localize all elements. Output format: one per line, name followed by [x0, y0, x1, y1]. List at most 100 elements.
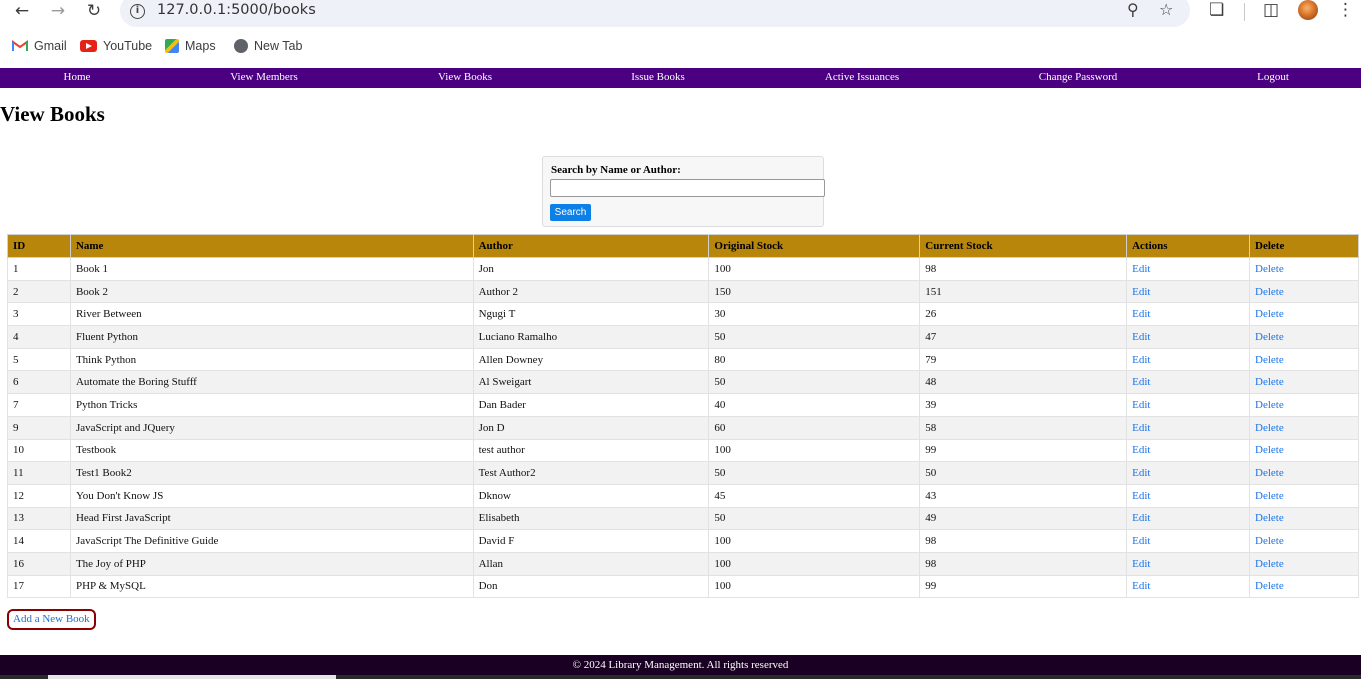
back-arrow-icon[interactable]: ← [8, 0, 36, 22]
search-button[interactable]: Search [550, 204, 591, 221]
table-cell: 14 [7, 529, 71, 553]
column-header-delete[interactable]: Delete [1249, 234, 1359, 258]
address-bar[interactable]: i 127.0.0.1:5000/books ⚲ ☆ [120, 0, 1190, 27]
cell-author: Ngugi T [478, 308, 516, 321]
delete-link[interactable]: Delete [1255, 558, 1284, 570]
more-menu-icon[interactable]: ⋮ [1337, 0, 1354, 20]
nav-view-members[interactable]: View Members [230, 71, 297, 83]
table-cell: 12 [7, 483, 71, 508]
table-cell: Delete [1249, 574, 1359, 599]
delete-link[interactable]: Delete [1255, 535, 1284, 547]
bookmark-new-tab[interactable]: New Tab [234, 39, 302, 53]
table-row: 17 PHP & MySQL Don 100 99 Edit Delete [7, 574, 1359, 599]
zoom-icon[interactable]: ⚲ [1127, 0, 1139, 19]
delete-link[interactable]: Delete [1255, 286, 1284, 298]
edit-link[interactable]: Edit [1132, 490, 1150, 502]
cell-current-stock: 99 [925, 580, 937, 593]
column-header-author[interactable]: Author [472, 234, 710, 258]
cell-id: 3 [13, 308, 19, 321]
table-cell: 50 [919, 461, 1128, 485]
nav-view-books[interactable]: View Books [438, 71, 492, 83]
nav-home[interactable]: Home [64, 71, 91, 83]
edit-link[interactable]: Edit [1132, 444, 1150, 456]
column-header-actions[interactable]: Actions [1126, 234, 1251, 258]
cell-name: Head First JavaScript [75, 512, 171, 525]
edit-link[interactable]: Edit [1132, 580, 1150, 592]
edit-link[interactable]: Edit [1132, 286, 1150, 298]
table-cell: Jon D [472, 415, 710, 440]
edit-link[interactable]: Edit [1132, 512, 1150, 524]
cell-author: Luciano Ramalho [478, 330, 558, 343]
edit-link[interactable]: Edit [1132, 399, 1150, 411]
table-cell: 50 [708, 325, 921, 349]
edit-link[interactable]: Edit [1132, 467, 1150, 479]
column-header-id[interactable]: ID [7, 234, 71, 258]
edit-link[interactable]: Edit [1132, 263, 1150, 275]
edit-link[interactable]: Edit [1132, 354, 1150, 366]
table-cell: 30 [708, 302, 921, 327]
delete-link[interactable]: Delete [1255, 467, 1284, 479]
cell-original-stock: 50 [714, 330, 726, 343]
table-cell: 49 [919, 506, 1128, 531]
column-header-original-stock[interactable]: Original Stock [708, 234, 921, 258]
cell-id: 4 [13, 330, 19, 343]
edit-link[interactable]: Edit [1132, 558, 1150, 570]
table-cell: Edit [1126, 370, 1251, 395]
nav-logout[interactable]: Logout [1257, 71, 1289, 83]
forward-arrow-icon[interactable]: → [44, 0, 72, 22]
globe-icon [234, 39, 248, 53]
table-row: 2 Book 2 Author 2 150 151 Edit Delete [7, 279, 1359, 304]
profile-avatar[interactable] [1298, 0, 1318, 20]
edit-link[interactable]: Edit [1132, 308, 1150, 320]
cell-current-stock: 98 [925, 557, 937, 570]
toolbar-divider [1244, 3, 1245, 21]
delete-link[interactable]: Delete [1255, 490, 1284, 502]
bookmark-maps[interactable]: Maps [165, 39, 216, 53]
cell-id: 5 [13, 353, 19, 366]
delete-link[interactable]: Delete [1255, 376, 1284, 388]
edit-link[interactable]: Edit [1132, 422, 1150, 434]
delete-link[interactable]: Delete [1255, 399, 1284, 411]
bookmark-star-icon[interactable]: ☆ [1159, 0, 1173, 19]
nav-change-password[interactable]: Change Password [1039, 71, 1118, 83]
nav-active-issuances[interactable]: Active Issuances [825, 71, 899, 83]
table-cell: Ngugi T [472, 302, 710, 327]
delete-link[interactable]: Delete [1255, 422, 1284, 434]
cell-author: Don [478, 580, 498, 593]
site-info-icon[interactable]: i [130, 4, 145, 19]
edit-link[interactable]: Edit [1132, 331, 1150, 343]
url-text[interactable]: 127.0.0.1:5000/books [157, 2, 316, 18]
cell-author: Al Sweigart [478, 376, 532, 389]
column-header-name[interactable]: Name [69, 234, 474, 258]
cell-current-stock: 48 [925, 376, 937, 389]
side-panel-icon[interactable]: ◫ [1263, 0, 1279, 20]
column-header-current-stock[interactable]: Current Stock [919, 234, 1128, 258]
table-row: 12 You Don't Know JS Dknow 45 43 Edit Delete [7, 483, 1359, 508]
delete-link[interactable]: Delete [1255, 263, 1284, 275]
extensions-icon[interactable]: ❏ [1209, 0, 1224, 20]
table-row: 16 The Joy of PHP Allan 100 98 Edit Delete [7, 551, 1359, 576]
delete-link[interactable]: Delete [1255, 580, 1284, 592]
cell-name: You Don't Know JS [75, 489, 164, 502]
table-row: 7 Python Tricks Dan Bader 40 39 Edit Delete [7, 393, 1359, 417]
bookmark-youtube[interactable]: YouTube [80, 39, 152, 53]
table-cell: Edit [1126, 551, 1251, 576]
edit-link[interactable]: Edit [1132, 535, 1150, 547]
os-taskbar-window[interactable] [48, 675, 336, 679]
table-cell: Delete [1249, 257, 1359, 281]
delete-link[interactable]: Delete [1255, 512, 1284, 524]
delete-link[interactable]: Delete [1255, 308, 1284, 320]
table-cell: 98 [919, 257, 1128, 281]
table-cell: 100 [708, 551, 921, 576]
nav-issue-books[interactable]: Issue Books [631, 71, 684, 83]
edit-link[interactable]: Edit [1132, 376, 1150, 388]
table-cell: Delete [1249, 461, 1359, 485]
bookmark-gmail[interactable]: Gmail [12, 39, 67, 53]
reload-icon[interactable]: ↻ [80, 0, 108, 22]
table-cell: Edit [1126, 461, 1251, 485]
add-new-book-button[interactable]: Add a New Book [7, 609, 96, 630]
search-input[interactable] [550, 179, 825, 197]
delete-link[interactable]: Delete [1255, 444, 1284, 456]
delete-link[interactable]: Delete [1255, 331, 1284, 343]
delete-link[interactable]: Delete [1255, 354, 1284, 366]
